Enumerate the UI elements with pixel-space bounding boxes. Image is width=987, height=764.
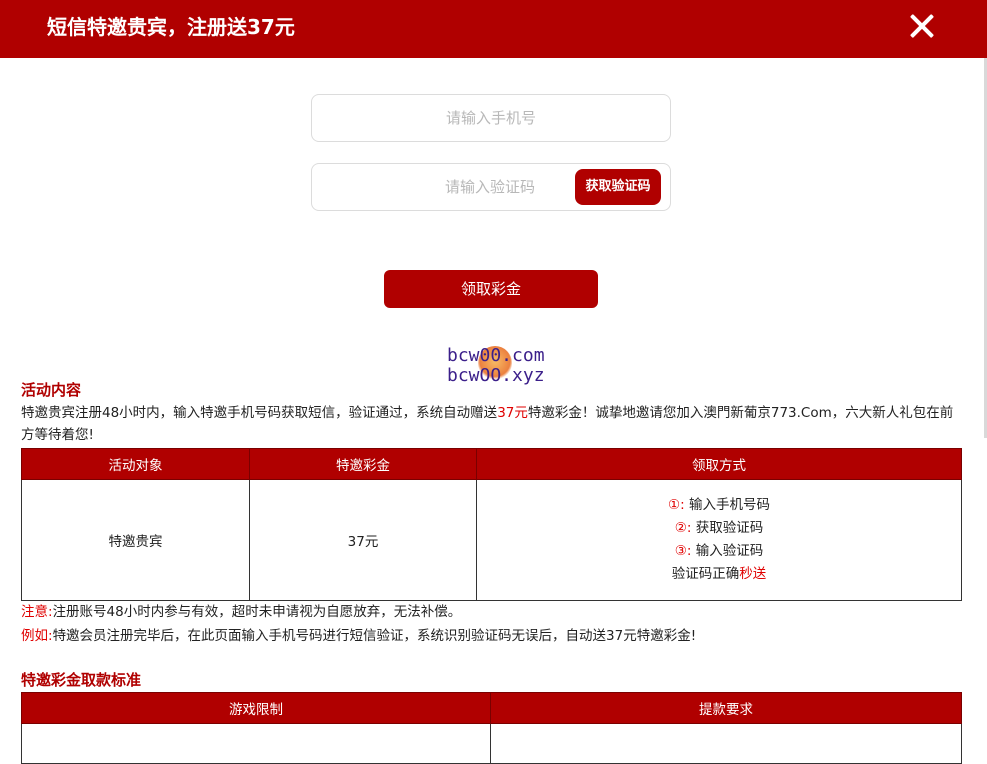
step-final-highlight: 秒送 xyxy=(739,566,767,582)
withdraw-table: 游戏限制 提款要求 xyxy=(21,692,962,764)
intro-amount: 37元 xyxy=(497,405,528,421)
step-2-num: ② xyxy=(674,520,687,536)
notice-text: 注册账号48小时内参与有效，超时未申请视为自愿放弃，无法补偿。 xyxy=(52,604,462,620)
get-code-button[interactable]: 获取验证码 xyxy=(575,169,661,205)
withdraw-cell-game xyxy=(21,723,491,764)
header-bar: 短信特邀贵宾，注册送37元 xyxy=(0,0,987,58)
phone-input[interactable] xyxy=(312,95,670,141)
step-3-text: 输入验证码 xyxy=(695,543,764,559)
activity-intro: 特邀贵宾注册48小时内，输入特邀手机号码获取短信，验证通过，系统自动赠送37元特… xyxy=(21,402,966,446)
step-3: ③: 输入验证码 xyxy=(674,543,764,559)
example-label: 例如: xyxy=(21,628,53,644)
cell-target: 特邀贵宾 xyxy=(21,479,250,601)
withdraw-header-game: 游戏限制 xyxy=(21,692,491,724)
method-steps: ①: 输入手机号码 ②: 获取验证码 ③: 输入验证码 验证码正确秒送 xyxy=(477,494,961,586)
step-final-text: 验证码正确 xyxy=(671,566,740,582)
cell-method: ①: 输入手机号码 ②: 获取验证码 ③: 输入验证码 验证码正确秒送 xyxy=(476,479,962,601)
withdraw-cell-requirement xyxy=(490,723,962,764)
claim-bonus-button[interactable]: 领取彩金 xyxy=(384,270,598,308)
step-2-text: 获取验证码 xyxy=(695,520,764,536)
notice-label: 注意: xyxy=(21,604,53,620)
step-3-num: ③ xyxy=(674,543,687,559)
phone-field[interactable] xyxy=(311,94,671,142)
intro-text-1: 特邀贵宾注册48小时内，输入特邀手机号码获取短信，验证通过，系统自动赠送 xyxy=(21,405,498,421)
withdraw-header-requirement: 提款要求 xyxy=(490,692,962,724)
activity-table: 活动对象 特邀彩金 领取方式 特邀贵宾 37元 ①: 输入手机号码 ②: 获取验… xyxy=(21,448,962,601)
table-header-bonus: 特邀彩金 xyxy=(249,448,477,480)
notice-line: 注意:注册账号48小时内参与有效，超时未申请视为自愿放弃，无法补偿。 xyxy=(21,602,461,622)
watermark-line-2: bcwOO.xyz xyxy=(447,365,545,386)
table-header-method: 领取方式 xyxy=(476,448,962,480)
step-1-num: ① xyxy=(668,497,681,513)
example-line: 例如:特邀会员注册完毕后，在此页面输入手机号码进行短信验证，系统识别验证码无误后… xyxy=(21,626,696,646)
watermark: bcw00.com bcwOO.xyz xyxy=(447,346,557,386)
cell-bonus: 37元 xyxy=(249,479,477,601)
example-text: 特邀会员注册完毕后，在此页面输入手机号码进行短信验证，系统识别验证码无误后，自动… xyxy=(52,628,697,644)
table-header-target: 活动对象 xyxy=(21,448,250,480)
activity-heading: 活动内容 xyxy=(21,381,82,399)
watermark-line-1: bcw00.com xyxy=(447,345,545,366)
code-field[interactable]: 获取验证码 xyxy=(311,163,671,211)
step-1: ①: 输入手机号码 xyxy=(668,497,770,513)
close-icon[interactable] xyxy=(906,10,938,42)
withdraw-heading: 特邀彩金取款标准 xyxy=(21,671,142,689)
step-2: ②: 获取验证码 xyxy=(674,520,764,536)
dialog-title: 短信特邀贵宾，注册送37元 xyxy=(47,15,295,39)
step-1-text: 输入手机号码 xyxy=(688,497,770,513)
step-final: 验证码正确秒送 xyxy=(477,563,961,586)
